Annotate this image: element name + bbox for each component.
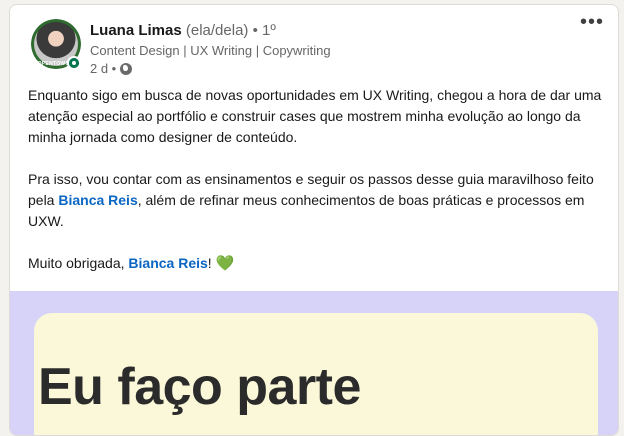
- mention-link[interactable]: Bianca Reis: [128, 255, 207, 271]
- paragraph-text: !: [207, 255, 216, 271]
- author-name[interactable]: Luana Limas: [90, 22, 182, 39]
- post-body: Enquanto sigo em busca de novas oportuni…: [28, 85, 608, 295]
- paragraph-text: Enquanto sigo em busca de novas oportuni…: [28, 87, 602, 145]
- author-pronouns: (ela/dela): [185, 22, 249, 39]
- connection-degree: • 1º: [252, 22, 276, 39]
- author-info[interactable]: Luana Limas (ela/dela) • 1º Content Desi…: [90, 21, 331, 78]
- author-name-line: Luana Limas (ela/dela) • 1º: [90, 21, 331, 41]
- media-title: Eu faço parte: [38, 358, 361, 416]
- paragraph-text: Muito obrigada,: [28, 255, 129, 271]
- globe-icon: [120, 63, 133, 75]
- post-paragraph-1: Enquanto sigo em busca de novas oportuni…: [28, 85, 608, 148]
- author-headline: Content Design | UX Writing | Copywritin…: [90, 43, 331, 58]
- online-status-icon: [67, 56, 81, 70]
- post-paragraph-2: Pra isso, vou contar com as ensinamentos…: [28, 169, 608, 232]
- post-media[interactable]: Eu faço parte: [10, 291, 618, 435]
- post-time: 2 d •: [90, 61, 117, 76]
- feed-post: #OPENTOWORK Luana Limas (ela/dela) • 1º …: [9, 4, 619, 436]
- more-options-icon[interactable]: •••: [578, 12, 606, 35]
- mention-link[interactable]: Bianca Reis: [58, 192, 137, 208]
- post-paragraph-3: Muito obrigada, Bianca Reis! 💚: [28, 253, 608, 274]
- green-heart-icon: 💚: [215, 255, 235, 272]
- post-meta: 2 d •: [90, 60, 331, 78]
